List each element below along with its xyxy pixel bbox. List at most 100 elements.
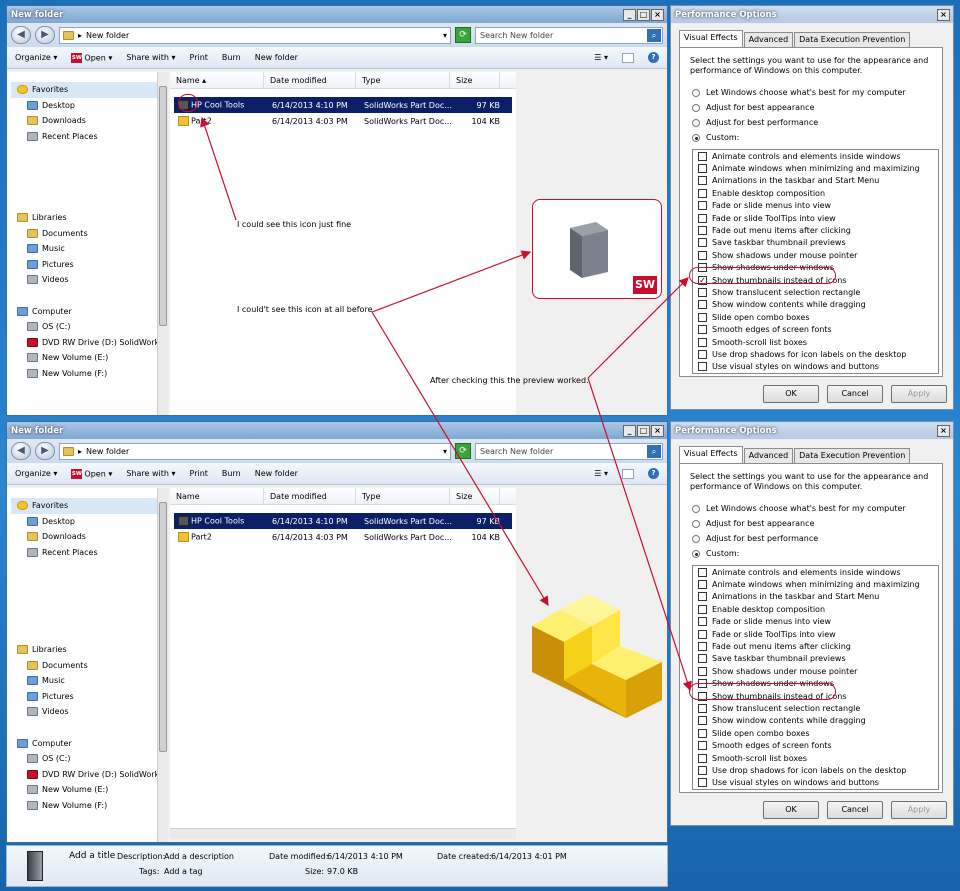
checkbox[interactable] (698, 741, 707, 751)
checkbox[interactable] (698, 778, 707, 788)
maximize-button[interactable]: □ (637, 424, 650, 437)
nav-computer[interactable]: Computer (7, 736, 164, 752)
close-button[interactable]: × (651, 8, 664, 21)
print-button[interactable]: Print (190, 469, 208, 478)
checkbox[interactable] (698, 287, 707, 297)
effect-option[interactable]: Fade or slide ToolTips into view (693, 628, 938, 640)
radio-best-appearance[interactable]: Adjust for best appearance (692, 519, 814, 528)
effect-option[interactable]: Animate windows when minimizing and maxi… (693, 578, 938, 590)
tab-data-execution-prevention[interactable]: Data Execution Prevention (794, 448, 911, 464)
effect-option[interactable]: Fade out menu items after clicking (693, 224, 938, 236)
new-folder-button[interactable]: New folder (255, 53, 298, 62)
nav-volume-f[interactable]: New Volume (F:) (7, 366, 164, 382)
nav-dvd-d[interactable]: DVD RW Drive (D:) SolidWork (7, 335, 164, 351)
nav-volume-e[interactable]: New Volume (E:) (7, 350, 164, 366)
open-button[interactable]: SW Open ▾ (71, 52, 112, 63)
nav-pictures[interactable]: Pictures (7, 689, 164, 705)
checkbox[interactable] (698, 325, 707, 335)
checkbox[interactable] (698, 188, 707, 198)
nav-music[interactable]: Music (7, 241, 164, 257)
print-button[interactable]: Print (190, 53, 208, 62)
organize-button[interactable]: Organize ▾ (15, 53, 57, 62)
tags-value[interactable]: Add a tag (164, 867, 203, 876)
nav-favorites[interactable]: Favorites (11, 82, 160, 98)
nav-desktop[interactable]: Desktop (7, 98, 164, 114)
ok-button[interactable]: OK (763, 385, 819, 403)
open-button[interactable]: SW Open ▾ (71, 468, 112, 479)
column-size[interactable]: Size (450, 72, 500, 88)
checkbox[interactable] (698, 238, 707, 248)
nav-videos[interactable]: Videos (7, 272, 164, 288)
checkbox[interactable] (698, 765, 707, 775)
nav-desktop[interactable]: Desktop (7, 514, 164, 530)
checkbox[interactable] (698, 226, 707, 236)
tab-visual-effects[interactable]: Visual Effects (679, 30, 743, 48)
checkbox[interactable] (698, 201, 707, 211)
address-path[interactable]: ▸ New folder ▾ (59, 26, 451, 44)
share-button[interactable]: Share with ▾ (126, 53, 175, 62)
checkbox[interactable] (698, 250, 707, 260)
checkbox[interactable] (698, 728, 707, 738)
radio-best-appearance[interactable]: Adjust for best appearance (692, 103, 814, 112)
preview-pane-icon[interactable] (622, 468, 634, 479)
effect-option[interactable]: Smooth edges of screen fonts (693, 323, 938, 335)
forward-button[interactable]: ▶ (35, 442, 55, 460)
horizontal-scrollbar[interactable] (170, 828, 516, 839)
nav-documents[interactable]: Documents (7, 226, 164, 242)
preview-pane-icon[interactable] (622, 52, 634, 63)
details-title[interactable]: Add a title (69, 851, 115, 861)
effect-option[interactable]: Use drop shadows for icon labels on the … (693, 348, 938, 360)
file-row[interactable]: HP Cool Tools 6/14/2013 4:10 PM SolidWor… (174, 97, 512, 113)
effect-option[interactable]: Smooth edges of screen fonts (693, 739, 938, 751)
forward-button[interactable]: ▶ (35, 26, 55, 44)
nav-videos[interactable]: Videos (7, 704, 164, 720)
minimize-button[interactable]: _ (623, 8, 636, 21)
checkbox[interactable] (698, 312, 707, 322)
column-name[interactable]: Name (170, 488, 264, 504)
nav-volume-e[interactable]: New Volume (E:) (7, 782, 164, 798)
views-icon[interactable]: ☰ ▾ (594, 53, 608, 62)
radio-best-choice[interactable]: Let Windows choose what's best for my co… (692, 504, 906, 513)
effect-option[interactable]: Show window contents while dragging (693, 299, 938, 311)
checkbox[interactable] (698, 703, 707, 713)
effect-option[interactable]: Use visual styles on windows and buttons (693, 777, 938, 789)
nav-scrollbar[interactable] (157, 72, 168, 415)
effect-option[interactable]: Enable desktop composition (693, 603, 938, 615)
nav-libraries[interactable]: Libraries (7, 642, 164, 658)
close-button[interactable]: × (937, 8, 950, 21)
nav-music[interactable]: Music (7, 673, 164, 689)
desc-value[interactable]: Add a description (164, 852, 234, 861)
cancel-button[interactable]: Cancel (827, 385, 883, 403)
burn-button[interactable]: Burn (222, 53, 241, 62)
radio-custom[interactable]: Custom: (692, 133, 739, 142)
nav-downloads[interactable]: Downloads (7, 113, 164, 129)
radio-best-performance[interactable]: Adjust for best performance (692, 118, 818, 127)
nav-favorites[interactable]: Favorites (11, 498, 160, 514)
checkbox[interactable] (698, 666, 707, 676)
effect-option[interactable]: Animate controls and elements inside win… (693, 566, 938, 578)
effect-option[interactable]: Animate windows when minimizing and maxi… (693, 162, 938, 174)
file-row[interactable]: HP Cool Tools 6/14/2013 4:10 PM SolidWor… (174, 513, 512, 529)
effect-option[interactable]: Smooth-scroll list boxes (693, 336, 938, 348)
back-button[interactable]: ◀ (11, 26, 31, 44)
search-input[interactable]: Search New folder ⌕ (475, 26, 663, 44)
column-type[interactable]: Type (356, 72, 450, 88)
nav-computer[interactable]: Computer (7, 304, 164, 320)
burn-button[interactable]: Burn (222, 469, 241, 478)
nav-recent-places[interactable]: Recent Places (7, 545, 164, 561)
close-button[interactable]: × (651, 424, 664, 437)
nav-volume-f[interactable]: New Volume (F:) (7, 798, 164, 814)
checkbox[interactable] (698, 337, 707, 347)
effect-option[interactable]: Smooth-scroll list boxes (693, 752, 938, 764)
search-icon[interactable]: ⌕ (647, 28, 661, 42)
nav-pictures[interactable]: Pictures (7, 257, 164, 273)
column-size[interactable]: Size (450, 488, 500, 504)
checkbox[interactable] (698, 151, 707, 161)
effect-option[interactable]: Use visual styles on windows and buttons (693, 361, 938, 373)
nav-libraries[interactable]: Libraries (7, 210, 164, 226)
checkbox[interactable] (698, 629, 707, 639)
tab-advanced[interactable]: Advanced (743, 32, 794, 48)
ok-button[interactable]: OK (763, 801, 819, 819)
address-path[interactable]: ▸ New folder ▾ (59, 442, 451, 460)
close-button[interactable]: × (937, 424, 950, 437)
